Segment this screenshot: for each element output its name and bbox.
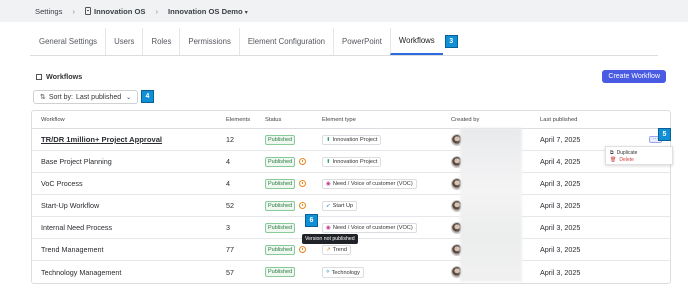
workflow-name-link[interactable]: TR/DR 1million+ Project Approval (32, 135, 226, 144)
clock-icon[interactable] (299, 202, 307, 209)
tab-permissions[interactable]: Permissions (179, 28, 238, 55)
tab-element-configuration[interactable]: Element Configuration (238, 28, 333, 55)
elements-count: 57 (226, 267, 234, 277)
tab-general-settings[interactable]: General Settings (30, 28, 105, 55)
menu-item-duplicate[interactable]: ⧉ Duplicate (610, 149, 668, 156)
last-published-date: April 3, 2025 (540, 223, 581, 232)
workflow-name[interactable]: VoC Process (32, 179, 226, 188)
workflow-name[interactable]: Base Project Planning (32, 157, 226, 166)
elements-count: 77 (226, 245, 234, 254)
annotation-badge-5: 5 (658, 128, 671, 141)
element-type-tag: ◉ Need / Voice of customer (VOC) (322, 179, 417, 189)
status-badge: Published (265, 267, 296, 277)
status-badge: Published (265, 244, 296, 255)
table-row[interactable]: Base Project Planning 4 Published ⬆ Innov… (32, 151, 670, 173)
tab-powerpoint[interactable]: PowerPoint (333, 28, 390, 55)
trash-icon: 🗑 (610, 156, 617, 163)
workflow-name[interactable]: Trend Management (32, 245, 226, 254)
element-type-tag: ↗ Trend (322, 245, 352, 255)
workflow-name[interactable]: Technology Management (32, 268, 226, 277)
section-title: Workflows (36, 72, 82, 81)
last-published-date: April 3, 2025 (540, 201, 581, 210)
status-badge: Published (265, 178, 296, 189)
header-status[interactable]: Status (265, 117, 322, 123)
menu-item-delete[interactable]: 🗑 Delete (610, 156, 668, 163)
table-row[interactable]: Technology Management 57 Published ⟡ Tech… (32, 261, 670, 283)
sort-dropdown[interactable]: ⇅ Sort by: Last published ⌄ (33, 90, 139, 104)
create-workflow-button[interactable]: Create Workflow (602, 70, 666, 83)
elements-count: 4 (226, 157, 230, 166)
workflow-name[interactable]: Start-Up Workflow (32, 201, 226, 210)
table-header: Workflow Elements Status Element type Cr… (32, 111, 670, 129)
breadcrumb: Settings › Innovation OS › Innovation OS… (0, 0, 688, 22)
status-badge: Published (265, 200, 296, 211)
element-type-tag: ➶ Start Up (322, 201, 358, 211)
breadcrumb-demo-dropdown[interactable]: Innovation OS Demo ▾ (168, 7, 248, 16)
breadcrumb-os[interactable]: Innovation OS (84, 7, 145, 16)
chevron-right-icon: › (155, 6, 158, 16)
redacted-creator-names (460, 128, 522, 282)
elements-count: 3 (226, 223, 230, 232)
tab-roles[interactable]: Roles (142, 28, 179, 55)
settings-tabs: General Settings Users Roles Permissions… (30, 28, 658, 56)
clock-icon[interactable] (299, 158, 307, 165)
header-workflow[interactable]: Workflow (32, 117, 226, 123)
technology-icon: ⟡ (326, 269, 330, 275)
last-published-date: April 3, 2025 (540, 179, 581, 188)
last-published-date: April 3, 2025 (540, 245, 581, 254)
status-badge: Published (265, 134, 296, 145)
sort-icon: ⇅ (40, 94, 46, 101)
need-icon: ◉ (326, 225, 331, 231)
breadcrumb-settings[interactable]: Settings (35, 7, 62, 16)
chevron-right-icon: › (72, 6, 75, 16)
workflows-table: Workflow Elements Status Element type Cr… (31, 110, 671, 284)
workflow-icon (36, 73, 42, 80)
element-type-tag: ⟡ Technology (322, 267, 364, 278)
elements-count: 12 (226, 135, 234, 144)
caret-down-icon: ▾ (244, 9, 248, 16)
row-actions-menu: ⧉ Duplicate 🗑 Delete (605, 146, 673, 165)
elements-count: 4 (226, 179, 230, 188)
chevron-down-icon: ⌄ (126, 94, 132, 101)
clock-icon[interactable] (299, 180, 307, 187)
annotation-badge-6: 6 (305, 214, 318, 227)
innovation-icon: ⬆ (326, 137, 331, 143)
table-row[interactable]: TR/DR 1million+ Project Approval 12 Publ… (32, 129, 670, 151)
header-elements[interactable]: Elements (226, 117, 265, 123)
last-published-date: April 7, 2025 (540, 135, 581, 144)
annotation-badge-4: 4 (141, 90, 154, 103)
header-created-by[interactable]: Created by (451, 117, 540, 123)
tab-users[interactable]: Users (105, 28, 142, 55)
table-row[interactable]: VoC Process 4 Published ◉ Need / Voice of… (32, 173, 670, 195)
status-badge: Published (265, 222, 296, 233)
element-type-tag: ⬆ Innovation Project (322, 157, 382, 167)
workflow-name[interactable]: Internal Need Process (32, 223, 226, 232)
status-badge: Published (265, 156, 296, 167)
status-tooltip: Version not published (302, 234, 358, 244)
element-type-tag: ◉ Need / Voice of customer (VOC) (322, 223, 417, 233)
need-icon: ◉ (326, 181, 331, 187)
trend-icon: ↗ (326, 247, 331, 253)
elements-count: 52 (226, 201, 234, 210)
document-icon (84, 7, 91, 15)
element-type-tag: ⬆ Innovation Project (322, 135, 382, 145)
copy-icon: ⧉ (610, 149, 614, 156)
clock-icon[interactable] (299, 246, 307, 253)
tab-workflows[interactable]: Workflows (389, 28, 443, 55)
annotation-badge-3: 3 (444, 35, 458, 48)
startup-icon: ➶ (326, 203, 331, 209)
table-row[interactable]: Start-Up Workflow 52 Published ➶ Start Up… (32, 195, 670, 217)
header-last-published[interactable]: Last published (540, 117, 640, 123)
innovation-icon: ⬆ (326, 159, 331, 165)
header-element-type[interactable]: Element type (322, 117, 451, 123)
last-published-date: April 3, 2025 (540, 267, 581, 277)
